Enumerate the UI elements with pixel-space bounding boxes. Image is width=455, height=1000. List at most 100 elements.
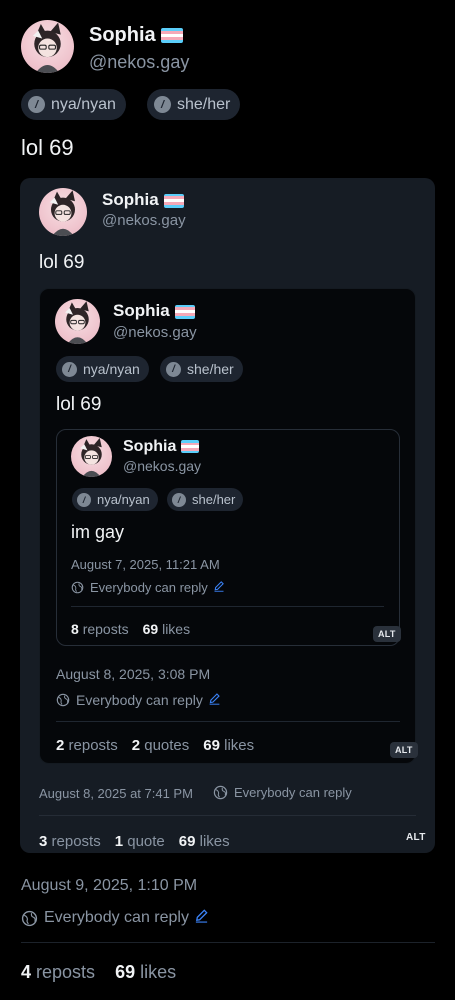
quotes-number: 2 bbox=[131, 737, 141, 754]
globe-icon bbox=[56, 693, 70, 707]
likes-label: likes bbox=[140, 962, 177, 982]
pronoun-badge[interactable]: / nya/nyan bbox=[56, 356, 149, 382]
author-name[interactable]: Sophia bbox=[102, 190, 184, 210]
post-text: lol 69 bbox=[21, 135, 74, 160]
author-name[interactable]: Sophia bbox=[89, 24, 183, 47]
avatar[interactable] bbox=[21, 20, 74, 73]
reposts-number: 4 bbox=[21, 962, 32, 982]
engagement-stats: 2 reposts 2 quotes 69 likes bbox=[56, 737, 268, 754]
globe-icon bbox=[213, 785, 228, 800]
likes-count[interactable]: 69 likes bbox=[115, 962, 176, 982]
reply-setting[interactable]: Everybody can reply bbox=[213, 785, 352, 800]
pronoun-label: nya/nyan bbox=[83, 361, 140, 377]
pencil-icon[interactable] bbox=[208, 692, 227, 708]
reposts-count[interactable]: 2 reposts bbox=[56, 737, 118, 754]
slash-circle-icon: / bbox=[166, 361, 181, 377]
divider bbox=[56, 721, 400, 722]
quotes-count[interactable]: 2 quotes bbox=[132, 737, 190, 754]
reposts-count[interactable]: 8 reposts bbox=[71, 621, 129, 637]
avatar[interactable] bbox=[39, 188, 87, 236]
post-text: lol 69 bbox=[56, 394, 102, 415]
likes-label: likes bbox=[224, 737, 255, 754]
quotes-label: quotes bbox=[144, 737, 190, 754]
pronoun-label: nya/nyan bbox=[51, 95, 116, 113]
reposts-count[interactable]: 3 reposts bbox=[39, 833, 101, 850]
likes-count[interactable]: 69 likes bbox=[179, 833, 230, 850]
pencil-icon[interactable] bbox=[213, 580, 231, 595]
author-name-text[interactable]: Sophia bbox=[123, 438, 176, 455]
reposts-label: reposts bbox=[82, 621, 129, 637]
author-name-text[interactable]: Sophia bbox=[89, 24, 156, 46]
reposts-label: reposts bbox=[36, 962, 96, 982]
divider bbox=[21, 942, 435, 943]
reposts-number: 2 bbox=[56, 737, 65, 754]
trans-flag-icon bbox=[174, 304, 195, 319]
author-name[interactable]: Sophia bbox=[123, 438, 200, 456]
post-text: im gay bbox=[71, 522, 125, 542]
globe-icon bbox=[71, 581, 84, 594]
trans-flag-icon bbox=[163, 193, 184, 208]
reply-setting[interactable]: Everybody can reply bbox=[21, 908, 215, 928]
reposts-label: reposts bbox=[51, 833, 101, 850]
reposts-number: 8 bbox=[71, 621, 79, 637]
alt-text-badge[interactable]: ALT bbox=[390, 742, 418, 758]
globe-icon bbox=[21, 910, 38, 926]
trans-flag-icon bbox=[160, 28, 183, 44]
reposts-number: 3 bbox=[39, 833, 48, 850]
reposts-count[interactable]: 4 reposts bbox=[21, 962, 95, 982]
likes-count[interactable]: 69 likes bbox=[143, 621, 190, 637]
author-handle[interactable]: @nekos.gay bbox=[123, 458, 201, 474]
slash-circle-icon: / bbox=[62, 361, 77, 377]
engagement-stats: 4 reposts 69 likes bbox=[21, 962, 190, 983]
engagement-stats: 8 reposts 69 likes bbox=[71, 621, 204, 637]
reply-setting-label: Everybody can reply bbox=[90, 580, 208, 595]
post-timestamp[interactable]: August 8, 2025, 3:08 PM bbox=[56, 666, 210, 682]
pronoun-badge[interactable]: / nya/nyan bbox=[21, 89, 126, 120]
trans-flag-icon bbox=[181, 440, 200, 454]
engagement-stats: 3 reposts 1 quote 69 likes bbox=[39, 833, 244, 850]
reply-setting[interactable]: Everybody can reply bbox=[71, 580, 231, 595]
alt-text-badge[interactable]: ALT bbox=[401, 829, 431, 846]
reply-setting[interactable]: Everybody can reply bbox=[56, 692, 227, 708]
pronoun-badge[interactable]: / she/her bbox=[167, 488, 244, 511]
likes-number: 69 bbox=[178, 833, 196, 850]
slash-circle-icon: / bbox=[28, 96, 45, 113]
avatar[interactable] bbox=[55, 299, 100, 344]
post-timestamp[interactable]: August 7, 2025, 11:21 AM bbox=[71, 557, 220, 572]
slash-circle-icon: / bbox=[172, 492, 186, 507]
reply-setting-label: Everybody can reply bbox=[234, 785, 352, 800]
pronoun-label: nya/nyan bbox=[97, 492, 150, 507]
author-name-text[interactable]: Sophia bbox=[102, 190, 159, 209]
likes-number: 69 bbox=[142, 621, 159, 637]
likes-count[interactable]: 69 likes bbox=[203, 737, 254, 754]
author-handle[interactable]: @nekos.gay bbox=[102, 212, 186, 229]
author-handle[interactable]: @nekos.gay bbox=[113, 324, 197, 341]
pronoun-badge[interactable]: / she/her bbox=[160, 356, 243, 382]
pronoun-label: she/her bbox=[177, 95, 231, 113]
likes-number: 69 bbox=[115, 962, 136, 982]
alt-text-badge[interactable]: ALT bbox=[373, 626, 401, 642]
likes-label: likes bbox=[162, 621, 191, 637]
pencil-icon[interactable] bbox=[194, 908, 215, 928]
quotes-count[interactable]: 1 quote bbox=[115, 833, 165, 850]
post-text: lol 69 bbox=[39, 252, 85, 273]
pronoun-badge[interactable]: / nya/nyan bbox=[72, 488, 158, 511]
reposts-label: reposts bbox=[68, 737, 118, 754]
quotes-number: 1 bbox=[114, 833, 124, 850]
post-timestamp[interactable]: August 8, 2025 at 7:41 PM bbox=[39, 786, 193, 801]
author-name-text[interactable]: Sophia bbox=[113, 301, 170, 320]
likes-number: 69 bbox=[203, 737, 220, 754]
pronoun-badge[interactable]: / she/her bbox=[147, 89, 241, 120]
avatar[interactable] bbox=[71, 436, 112, 477]
likes-label: likes bbox=[199, 833, 230, 850]
pronoun-label: she/her bbox=[187, 361, 234, 377]
divider bbox=[39, 815, 416, 816]
reply-setting-label: Everybody can reply bbox=[76, 692, 203, 708]
slash-circle-icon: / bbox=[77, 492, 91, 507]
author-name[interactable]: Sophia bbox=[113, 301, 195, 321]
divider bbox=[71, 606, 384, 607]
pronoun-label: she/her bbox=[192, 492, 236, 507]
author-handle[interactable]: @nekos.gay bbox=[89, 52, 189, 73]
quotes-label: quote bbox=[127, 833, 165, 850]
post-timestamp[interactable]: August 9, 2025, 1:10 PM bbox=[21, 877, 197, 895]
